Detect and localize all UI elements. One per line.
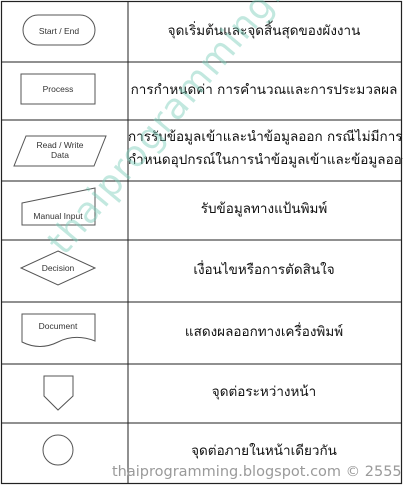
footer-credit: thaiprogramming.blogspot.com © 2555 — [112, 464, 402, 480]
off-page-connector-symbol — [43, 375, 74, 411]
description-data-line-1: การรับข้อมูลเข้าและนำข้อมูลออก กรณีไม่มี… — [128, 129, 403, 145]
manual-input-label: Manual Input — [33, 211, 83, 221]
data-label-line-2: Data — [51, 150, 69, 160]
on-page-connector-symbol — [42, 434, 74, 466]
terminator-symbol: Start / End — [22, 14, 96, 46]
process-label: Process — [43, 84, 74, 94]
description-document: แสดงผลออกทางเครื่องพิมพ์ — [184, 324, 344, 340]
process-symbol: Process — [20, 73, 96, 105]
description-decision: เงื่อนไขหรือการตัดสินใจ — [193, 262, 335, 278]
document-symbol: Document — [21, 313, 96, 347]
document-label: Document — [39, 321, 78, 331]
terminator-label: Start / End — [39, 26, 79, 36]
flowchart-symbol-table: Start / End Process Read / Write Data Ma… — [0, 0, 403, 486]
description-data-line-2: กำหนดอุปกรณ์ในการนำข้อมูลเข้าและข้อมูลออ… — [128, 152, 403, 168]
manual-input-symbol: Manual Input — [21, 187, 96, 226]
description-manual-input: รับข้อมูลทางแป้นพิมพ์ — [200, 201, 328, 217]
description-off-page-connector: จุดต่อระหว่างหน้า — [211, 384, 317, 400]
description-terminator: จุดเริ่มต้นและจุดสิ้นสุดของผังงาน — [167, 23, 361, 39]
data-symbol: Read / Write Data — [13, 135, 107, 167]
description-on-page-connector: จุดต่อภายในหน้าเดียวกัน — [191, 443, 337, 459]
description-process: การกำหนดค่า การคำนวณและการประมวลผล — [130, 82, 398, 98]
table-grid: Start / End Process Read / Write Data Ma… — [0, 0, 403, 485]
decision-symbol: Decision — [19, 250, 97, 286]
data-label-line-1: Read / Write — [36, 140, 83, 150]
decision-label: Decision — [42, 263, 75, 273]
